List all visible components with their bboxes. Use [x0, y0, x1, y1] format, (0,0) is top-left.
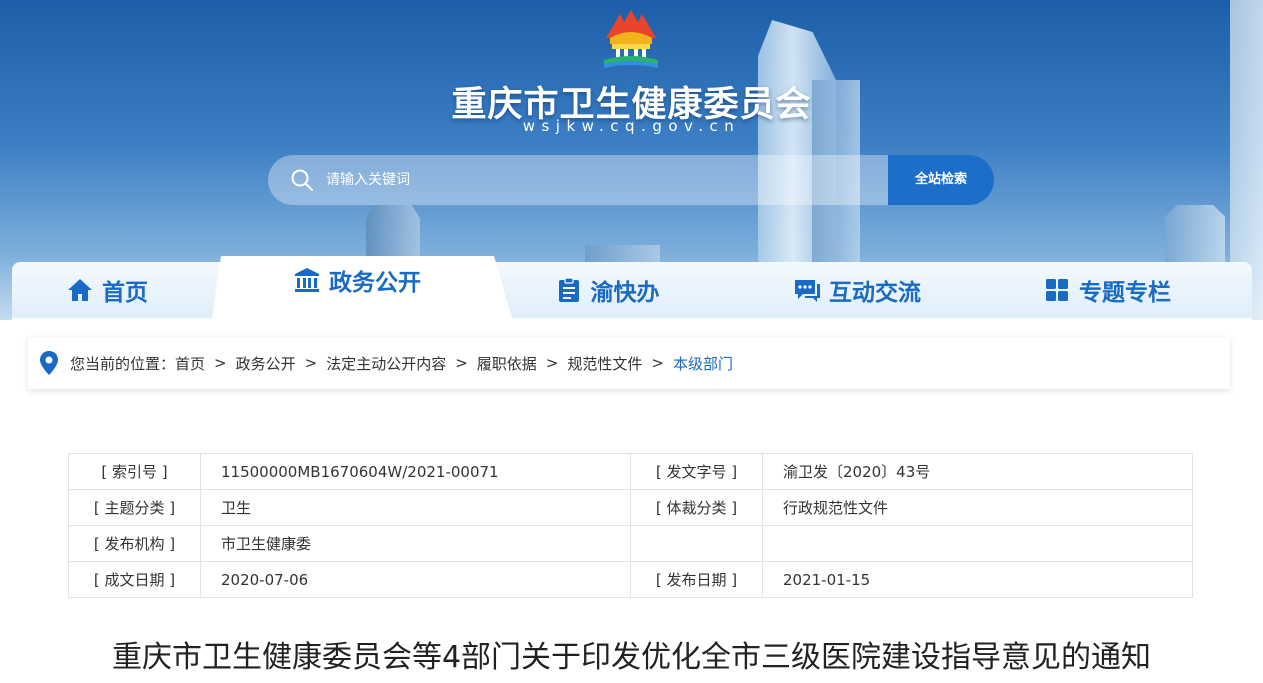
- table-row: [ 主题分类 ] 卫生 [ 体裁分类 ] 行政规范性文件: [68, 489, 1193, 526]
- location-pin-icon: [40, 351, 58, 375]
- meta-key-document-number: [ 发文字号 ]: [630, 453, 763, 490]
- table-row: [ 索引号 ] 11500000MB1670604W/2021-00071 [ …: [68, 453, 1193, 490]
- breadcrumb-separator: >: [455, 354, 468, 372]
- meta-value-publish-date: 2021-01-15: [762, 561, 1193, 598]
- meta-value-empty: [762, 525, 1193, 562]
- clipboard-icon: [558, 277, 579, 302]
- nav-label: 互动交流: [829, 280, 921, 306]
- document-meta-table: [ 索引号 ] 11500000MB1670604W/2021-00071 [ …: [68, 453, 1193, 598]
- breadcrumb-link-government-affairs[interactable]: 政务公开: [236, 353, 296, 374]
- nav-item-home[interactable]: 首页: [52, 262, 162, 318]
- breadcrumb-separator: >: [545, 354, 559, 372]
- breadcrumb-separator: >: [214, 354, 227, 372]
- site-domain: wsjkw.cq.gov.cn: [522, 117, 741, 135]
- meta-value-document-number: 渝卫发〔2020〕43号: [762, 453, 1193, 490]
- nav-item-special-topics[interactable]: 专题专栏: [1027, 262, 1187, 318]
- city-hall-emblem-icon[interactable]: [600, 8, 662, 70]
- nav-label: 专题专栏: [1079, 280, 1171, 306]
- meta-value-written-date: 2020-07-06: [200, 561, 631, 598]
- chat-bubble-icon: [795, 280, 820, 302]
- meta-key-written-date: [ 成文日期 ]: [68, 561, 201, 598]
- breadcrumb-separator: >: [304, 354, 318, 372]
- meta-value-genre: 行政规范性文件: [762, 489, 1193, 526]
- home-icon: [68, 279, 92, 301]
- meta-value-publisher: 市卫生健康委: [200, 525, 631, 562]
- government-building-icon: [295, 268, 319, 292]
- breadcrumb: 您当前的位置： 首页 > 政务公开 > 法定主动公开内容 > 履职依据 > 规范…: [28, 337, 1230, 389]
- site-search-button[interactable]: 全站检索: [888, 155, 994, 205]
- breadcrumb-separator: >: [651, 354, 664, 372]
- table-row: [ 发布机构 ] 市卫生健康委: [68, 525, 1193, 562]
- nav-label: 首页: [102, 280, 148, 306]
- nav-item-yukuaiban[interactable]: 渝快办: [542, 262, 672, 318]
- nav-item-government-affairs[interactable]: 政务公开: [272, 252, 442, 308]
- search-bar: 全站检索: [268, 155, 994, 205]
- search-icon: [291, 169, 313, 191]
- meta-key-genre: [ 体裁分类 ]: [630, 489, 763, 526]
- main-nav: 首页 政务公开 渝快办 互动交流 专题专栏: [12, 256, 1252, 318]
- nav-label: 政务公开: [329, 270, 421, 296]
- meta-key-index-number: [ 索引号 ]: [68, 453, 201, 490]
- breadcrumb-link-normative-documents[interactable]: 规范性文件: [567, 353, 642, 374]
- meta-key-publish-date: [ 发布日期 ]: [630, 561, 763, 598]
- breadcrumb-prefix: 您当前的位置：: [70, 354, 176, 373]
- table-row: [ 成文日期 ] 2020-07-06 [ 发布日期 ] 2021-01-15: [68, 561, 1193, 598]
- meta-key-publisher: [ 发布机构 ]: [68, 525, 201, 562]
- breadcrumb-link-statutory-disclosure[interactable]: 法定主动公开内容: [326, 353, 446, 374]
- breadcrumb-link-duty-basis[interactable]: 履职依据: [477, 353, 537, 374]
- breadcrumb-current[interactable]: 本级部门: [673, 353, 733, 374]
- nav-item-interaction[interactable]: 互动交流: [777, 262, 937, 318]
- meta-key-subject: [ 主题分类 ]: [68, 489, 201, 526]
- grid-icon: [1046, 279, 1068, 301]
- meta-value-subject: 卫生: [200, 489, 631, 526]
- breadcrumb-link-home[interactable]: 首页: [175, 353, 205, 374]
- search-input[interactable]: [326, 155, 886, 205]
- meta-key-empty: [630, 525, 763, 562]
- document-title: 重庆市卫生健康委员会等4部门关于印发优化全市三级医院建设指导意见的通知: [111, 640, 1152, 675]
- meta-value-index-number: 11500000MB1670604W/2021-00071: [200, 453, 631, 490]
- nav-label: 渝快办: [590, 280, 660, 306]
